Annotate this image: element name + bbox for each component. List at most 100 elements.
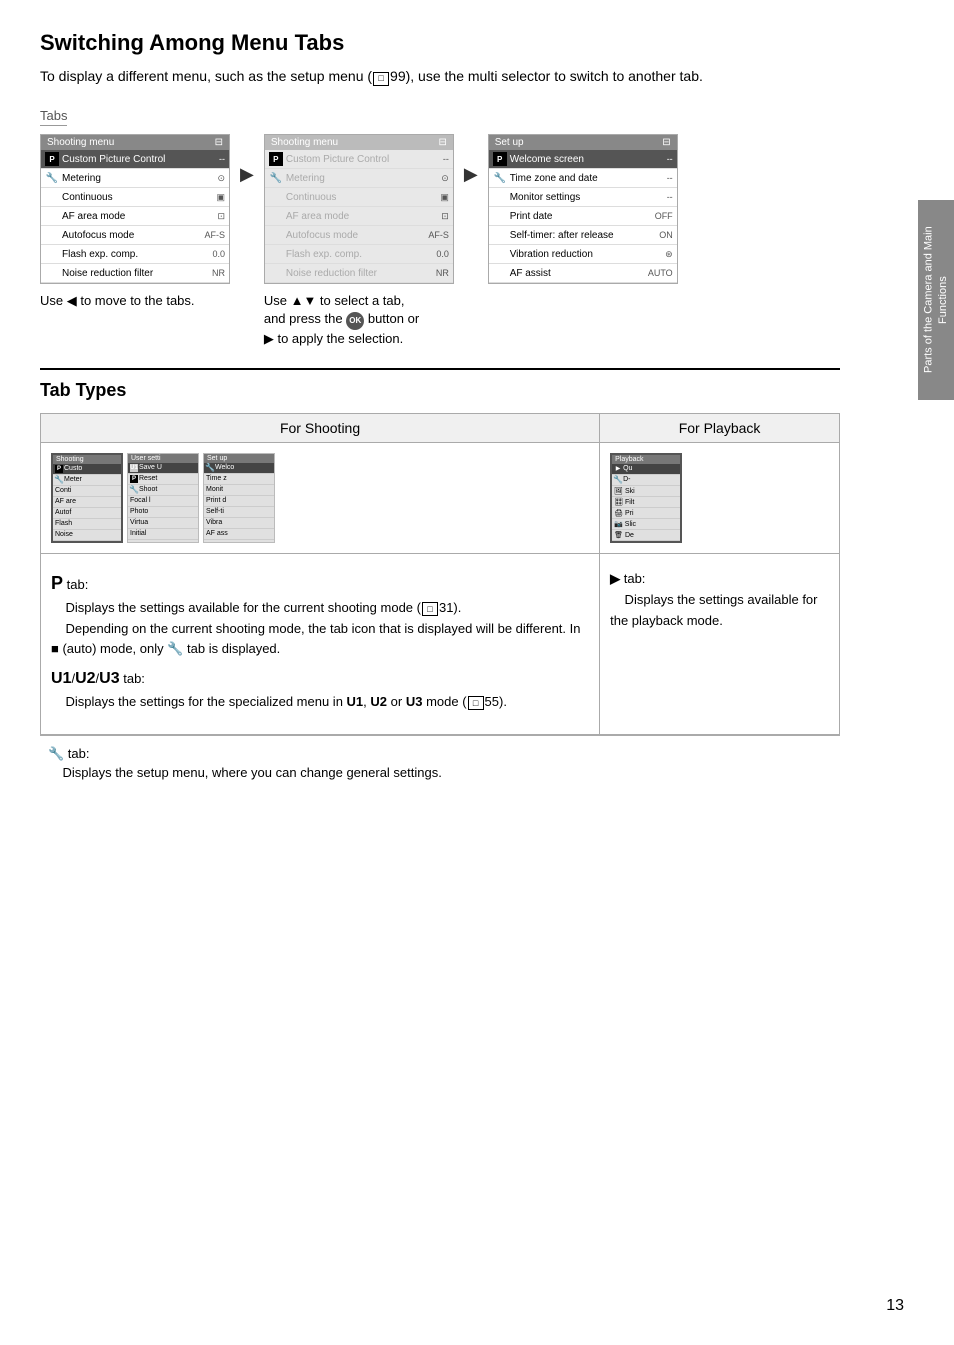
spacer-icon [493, 190, 507, 204]
mini-menu-row: Self-ti [204, 507, 274, 518]
p-icon: P [45, 152, 59, 166]
mini-p-icon: P [130, 475, 138, 483]
mini-wrench-icon: 🔧 [206, 464, 214, 472]
row-label: Continuous [62, 192, 195, 203]
row-label: AF area mode [62, 211, 195, 222]
row-label: Monitor settings [510, 192, 643, 203]
mini-menu-row: ▶Qu [612, 464, 680, 475]
spacer-icon [493, 266, 507, 280]
mini-menu-row: 🔧D- [612, 475, 680, 486]
spacer-icon [45, 209, 59, 223]
menu-row: Self-timer: after release ON [489, 226, 677, 245]
row-label: Time zone and date [510, 173, 643, 184]
row-val: ⊡ [195, 211, 225, 222]
spacer-icon [45, 247, 59, 261]
row-val: OFF [643, 211, 673, 221]
row-label: Welcome screen [510, 154, 643, 165]
row-val: ON [643, 230, 673, 240]
mini-menu-row: 🔧Welco [204, 463, 274, 474]
mini-menu-row: Autof [53, 508, 121, 519]
wrench-icon: 🔧 [493, 171, 507, 185]
spacer-icon [493, 228, 507, 242]
menu-row: Noise reduction filter NR [265, 264, 453, 283]
right-menu-header: Set up ⊟ [489, 135, 677, 150]
row-val: ⊡ [419, 211, 449, 222]
row-label: Flash exp. comp. [62, 249, 195, 260]
row-label: Metering [62, 173, 195, 184]
mini-menu-setup: Set up 🔧Welco Time z Monit Print d Self-… [203, 453, 275, 543]
row-val: -- [195, 154, 225, 164]
right-screenshot-col: Set up ⊟ P Welcome screen -- 🔧 Time zone… [488, 134, 678, 284]
row-val: ⊙ [419, 173, 449, 184]
arrow-right-1: ▶ [240, 164, 254, 185]
left-caption: Use ◀ to move to the tabs. [40, 292, 195, 310]
mini-menu-playback-header: Playback [612, 455, 680, 464]
mini-menu-row: Time z [204, 474, 274, 485]
menu-row: Autofocus mode AF-S [265, 226, 453, 245]
menu-row: Autofocus mode AF-S [41, 226, 229, 245]
mini-u1-icon: U1 [130, 464, 138, 472]
mini-menu-shooting-header: Shooting [53, 455, 121, 464]
row-val: ⊛ [643, 249, 673, 260]
mini-menu-row: AF are [53, 497, 121, 508]
mini-menu-row: PCusto [53, 464, 121, 475]
mini-menu-row: 📷 Slic [612, 519, 680, 530]
wrench-icon: 🔧 [269, 171, 283, 185]
row-val: 0.0 [195, 249, 225, 259]
menu-row: AF area mode ⊡ [41, 207, 229, 226]
col-playback: For Playback [600, 413, 840, 442]
row-val: -- [643, 154, 673, 164]
middle-menu-title: Shooting menu [271, 137, 338, 148]
mini-menu-row: Conti [53, 486, 121, 497]
row-val: 0.0 [419, 249, 449, 259]
mini-wrench-icon: 🔧 [614, 476, 622, 484]
shooting-mini-menus-cell: Shooting PCusto 🔧Meter Conti AF are Auto… [41, 442, 600, 553]
spacer-icon [269, 209, 283, 223]
tabs-label: Tabs [40, 108, 67, 126]
middle-caption: Use ▲▼ to select a tab, and press the OK… [264, 292, 424, 348]
menu-row: Continuous ▣ [41, 188, 229, 207]
mini-menu-shooting: Shooting PCusto 🔧Meter Conti AF are Auto… [51, 453, 123, 543]
mini-menu-user: User setti U1Save U PReset 🔧Shoot Focal … [127, 453, 199, 543]
row-label: AF assist [510, 268, 643, 279]
menu-screenshots-row: Shooting menu ⊟ P Custom Picture Control… [40, 134, 840, 348]
row-label: AF area mode [286, 211, 419, 222]
spacer-icon [269, 190, 283, 204]
mini-play-icon: ▶ [614, 465, 622, 473]
mini-menu-playback: Playback ▶Qu 🔧D- 🖼 Ski 🎛 Filt 🖨 Pri 📷 Sl… [610, 453, 682, 543]
p-icon: P [493, 152, 507, 166]
side-tab: Parts of the Camera and Main Functions [918, 200, 954, 400]
mini-menu-row: 🔧Shoot [128, 485, 198, 496]
spacer-icon [493, 209, 507, 223]
spacer-icon [45, 190, 59, 204]
p-icon: P [269, 152, 283, 166]
mini-p-icon: P [55, 465, 63, 473]
mini-menus-row: Shooting PCusto 🔧Meter Conti AF are Auto… [51, 453, 589, 543]
mini-menu-row: Flash [53, 519, 121, 530]
mini-menu-setup-header: Set up [204, 454, 274, 463]
right-menu-title: Set up [495, 137, 524, 148]
row-label: Metering [286, 173, 419, 184]
mini-menu-row: 🖨 Pri [612, 508, 680, 519]
spacer-icon [269, 228, 283, 242]
p-tab-desc: P tab: Displays the settings available f… [51, 564, 589, 724]
middle-menu-header: Shooting menu ⊟ [265, 135, 453, 150]
menu-row: Flash exp. comp. 0.0 [265, 245, 453, 264]
row-label: Vibration reduction [510, 249, 643, 260]
setup-tab-row: 🔧 tab: Displays the setup menu, where yo… [40, 735, 840, 791]
row-val: NR [195, 268, 225, 278]
playback-mini-menus-row: Playback ▶Qu 🔧D- 🖼 Ski 🎛 Filt 🖨 Pri 📷 Sl… [610, 453, 829, 543]
row-label: Custom Picture Control [62, 154, 195, 165]
u-tab-label: U1 [51, 670, 71, 687]
mini-menu-row: 🎛 Filt [612, 497, 680, 508]
side-tab-text: Parts of the Camera and Main Functions [922, 215, 951, 385]
playback-tab-label: ▶ [610, 571, 620, 586]
menu-row: 🔧 Metering ⊙ [265, 169, 453, 188]
mini-menu-row: Photo [128, 507, 198, 518]
menu-row: P Custom Picture Control -- [265, 150, 453, 169]
row-val: AF-S [195, 230, 225, 240]
row-val: NR [419, 268, 449, 278]
spacer-icon [45, 228, 59, 242]
row-label: Noise reduction filter [286, 268, 419, 279]
spacer-icon [269, 266, 283, 280]
